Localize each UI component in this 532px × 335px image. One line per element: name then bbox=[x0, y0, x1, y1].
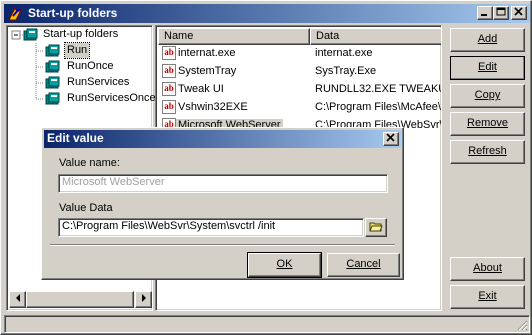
registry-folder-icon bbox=[45, 92, 60, 105]
app-icon bbox=[8, 6, 23, 21]
minimize-button[interactable] bbox=[477, 6, 493, 20]
string-value-icon: ab bbox=[162, 64, 176, 78]
arrow-right-icon bbox=[141, 294, 146, 302]
status-bar bbox=[4, 315, 530, 333]
row-data: SysTray.Exe bbox=[315, 65, 377, 77]
dialog-close-button[interactable] bbox=[383, 132, 399, 146]
string-value-icon: ab bbox=[162, 100, 176, 114]
column-header-data[interactable]: Data bbox=[310, 28, 441, 45]
registry-folder-icon bbox=[45, 76, 60, 89]
edit-button[interactable]: Edit bbox=[450, 56, 525, 80]
copy-button-label: Copy bbox=[474, 89, 501, 101]
dialog-title: Edit value bbox=[47, 131, 104, 145]
row-data: internat.exe bbox=[315, 47, 373, 59]
cancel-button[interactable]: Cancel bbox=[327, 253, 400, 277]
list-header: Name Data bbox=[158, 28, 441, 45]
list-row[interactable]: ab Tweak UI RUNDLL32.EXE TWEAKUI.CPL bbox=[158, 81, 441, 99]
add-button-label: Add bbox=[477, 33, 498, 45]
row-name: SystemTray bbox=[178, 65, 237, 77]
row-data: RUNDLL32.EXE TWEAKUI.CPL bbox=[315, 83, 441, 95]
dialog-title-bar[interactable]: Edit value bbox=[44, 130, 401, 148]
window-title: Start-up folders bbox=[28, 6, 118, 20]
registry-folder-icon bbox=[45, 60, 60, 73]
cancel-button-label: Cancel bbox=[346, 258, 381, 270]
edit-value-dialog: Edit value Value name: Microsoft WebServ… bbox=[41, 127, 404, 280]
scroll-left-button[interactable] bbox=[9, 291, 26, 308]
close-icon bbox=[514, 7, 523, 16]
tree-item-label: RunServices bbox=[67, 76, 130, 88]
browse-button[interactable] bbox=[365, 218, 387, 237]
row-data: C:\Program Files\McAfee\VirusScan bbox=[315, 101, 441, 113]
scroll-right-button[interactable] bbox=[135, 291, 152, 308]
value-name-field[interactable]: Microsoft WebServer bbox=[58, 174, 388, 193]
row-name: Tweak UI bbox=[178, 83, 224, 95]
ok-button[interactable]: OK bbox=[247, 252, 322, 278]
dialog-separator bbox=[50, 244, 395, 246]
list-row[interactable]: ab Vshwin32EXE C:\Program Files\McAfee\V… bbox=[158, 99, 441, 117]
ok-button-label: OK bbox=[276, 258, 293, 270]
remove-button[interactable]: Remove bbox=[450, 112, 525, 136]
add-button[interactable]: Add bbox=[450, 28, 525, 52]
about-button[interactable]: About bbox=[450, 257, 525, 281]
about-button-label: About bbox=[473, 262, 502, 274]
string-value-icon: ab bbox=[162, 46, 176, 60]
exit-button[interactable]: Exit bbox=[450, 285, 525, 309]
close-button[interactable] bbox=[511, 6, 527, 20]
column-header-name[interactable]: Name bbox=[158, 28, 310, 45]
refresh-button-label: Refresh bbox=[468, 145, 507, 157]
value-name-label: Value name: bbox=[59, 157, 120, 169]
string-value-icon: ab bbox=[162, 82, 176, 96]
remove-button-label: Remove bbox=[467, 117, 508, 129]
title-bar[interactable]: Start-up folders bbox=[4, 4, 530, 23]
tree-root-label: Start-up folders bbox=[43, 28, 119, 40]
copy-button[interactable]: Copy bbox=[450, 84, 525, 108]
resize-grip-icon[interactable] bbox=[516, 319, 528, 331]
list-row[interactable]: ab internat.exe internat.exe bbox=[158, 45, 441, 63]
tree-item-label: RunServicesOnce bbox=[67, 92, 156, 104]
tree-horizontal-scrollbar[interactable] bbox=[9, 291, 152, 308]
tree-item-label: Run bbox=[63, 42, 91, 59]
arrow-left-icon bbox=[15, 294, 20, 302]
close-icon bbox=[386, 133, 395, 142]
main-window: Start-up folders Start-up folders Run Ru… bbox=[0, 0, 532, 335]
scroll-thumb[interactable] bbox=[26, 291, 134, 308]
maximize-button[interactable] bbox=[493, 6, 509, 20]
value-data-field[interactable]: C:\Program Files\WebSvr\System\svctrl /i… bbox=[58, 218, 364, 237]
edit-button-label: Edit bbox=[478, 61, 497, 73]
row-name: Vshwin32EXE bbox=[178, 101, 248, 113]
refresh-button[interactable]: Refresh bbox=[450, 140, 525, 164]
registry-folder-icon bbox=[23, 28, 38, 41]
maximize-icon bbox=[496, 7, 506, 16]
tree-item-label: RunOnce bbox=[67, 60, 114, 72]
value-data-label: Value Data bbox=[59, 202, 113, 214]
exit-button-label: Exit bbox=[478, 290, 497, 302]
minimize-icon bbox=[481, 14, 487, 16]
registry-folder-icon bbox=[45, 44, 60, 57]
open-folder-icon bbox=[369, 222, 383, 232]
list-row[interactable]: ab SystemTray SysTray.Exe bbox=[158, 63, 441, 81]
row-name: internat.exe bbox=[178, 47, 236, 59]
